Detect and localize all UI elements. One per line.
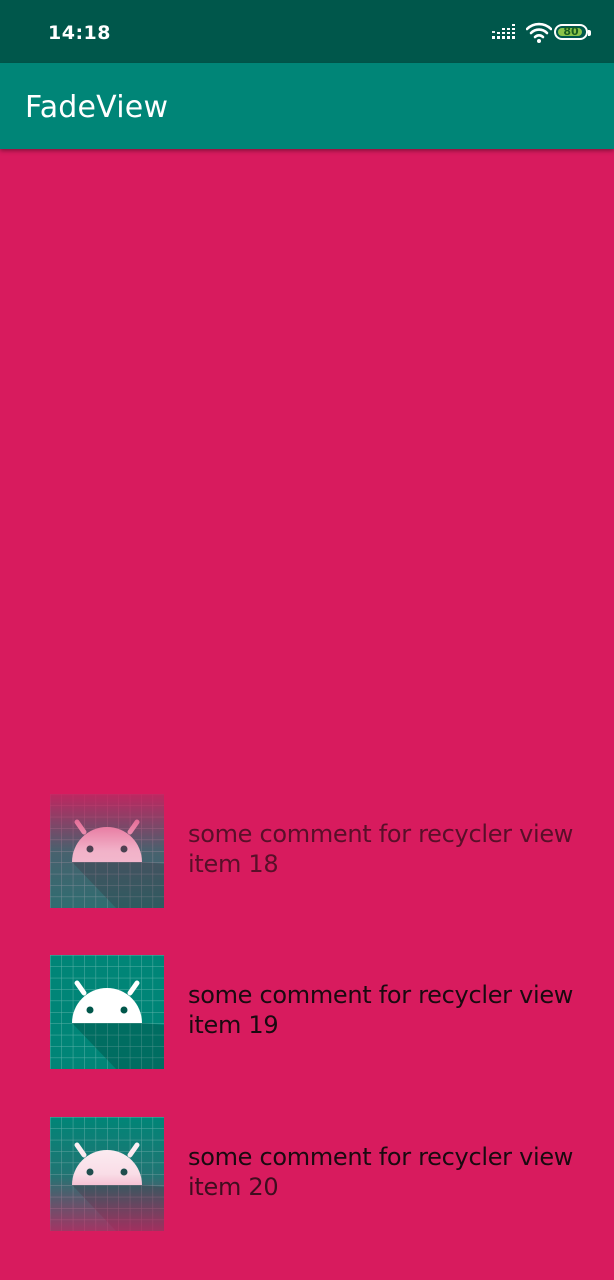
- list-item[interactable]: some comment for recycler view item 20: [0, 1117, 614, 1231]
- list-item[interactable]: some comment for recycler view item 19: [0, 955, 614, 1069]
- android-launcher-icon: [50, 955, 164, 1069]
- recycler-list[interactable]: some comment for recycler view item 18 s…: [0, 149, 614, 1280]
- battery-level: 80: [563, 25, 579, 38]
- item-comment: some comment for recycler view: [188, 1143, 574, 1171]
- battery-icon: 80: [554, 24, 591, 40]
- app-title: FadeView: [25, 90, 169, 125]
- item-label: item 18: [188, 850, 279, 878]
- app-bar: FadeView: [0, 63, 614, 149]
- item-label: item 20: [188, 1173, 279, 1201]
- item-comment: some comment for recycler view: [188, 820, 574, 848]
- item-text: some comment for recycler view item 18: [188, 819, 588, 879]
- item-text: some comment for recycler view item 19: [188, 980, 588, 1040]
- wifi-icon: [525, 22, 553, 49]
- android-launcher-icon: [50, 794, 164, 908]
- status-bar: 14:18 80: [0, 0, 614, 63]
- status-time: 14:18: [48, 22, 111, 44]
- signal-icon: [492, 24, 518, 47]
- list-item[interactable]: some comment for recycler view item 18: [0, 794, 614, 908]
- android-launcher-icon: [50, 1117, 164, 1231]
- item-comment: some comment for recycler view: [188, 981, 574, 1009]
- item-text: some comment for recycler view item 20: [188, 1142, 588, 1202]
- item-label: item 19: [188, 1011, 279, 1039]
